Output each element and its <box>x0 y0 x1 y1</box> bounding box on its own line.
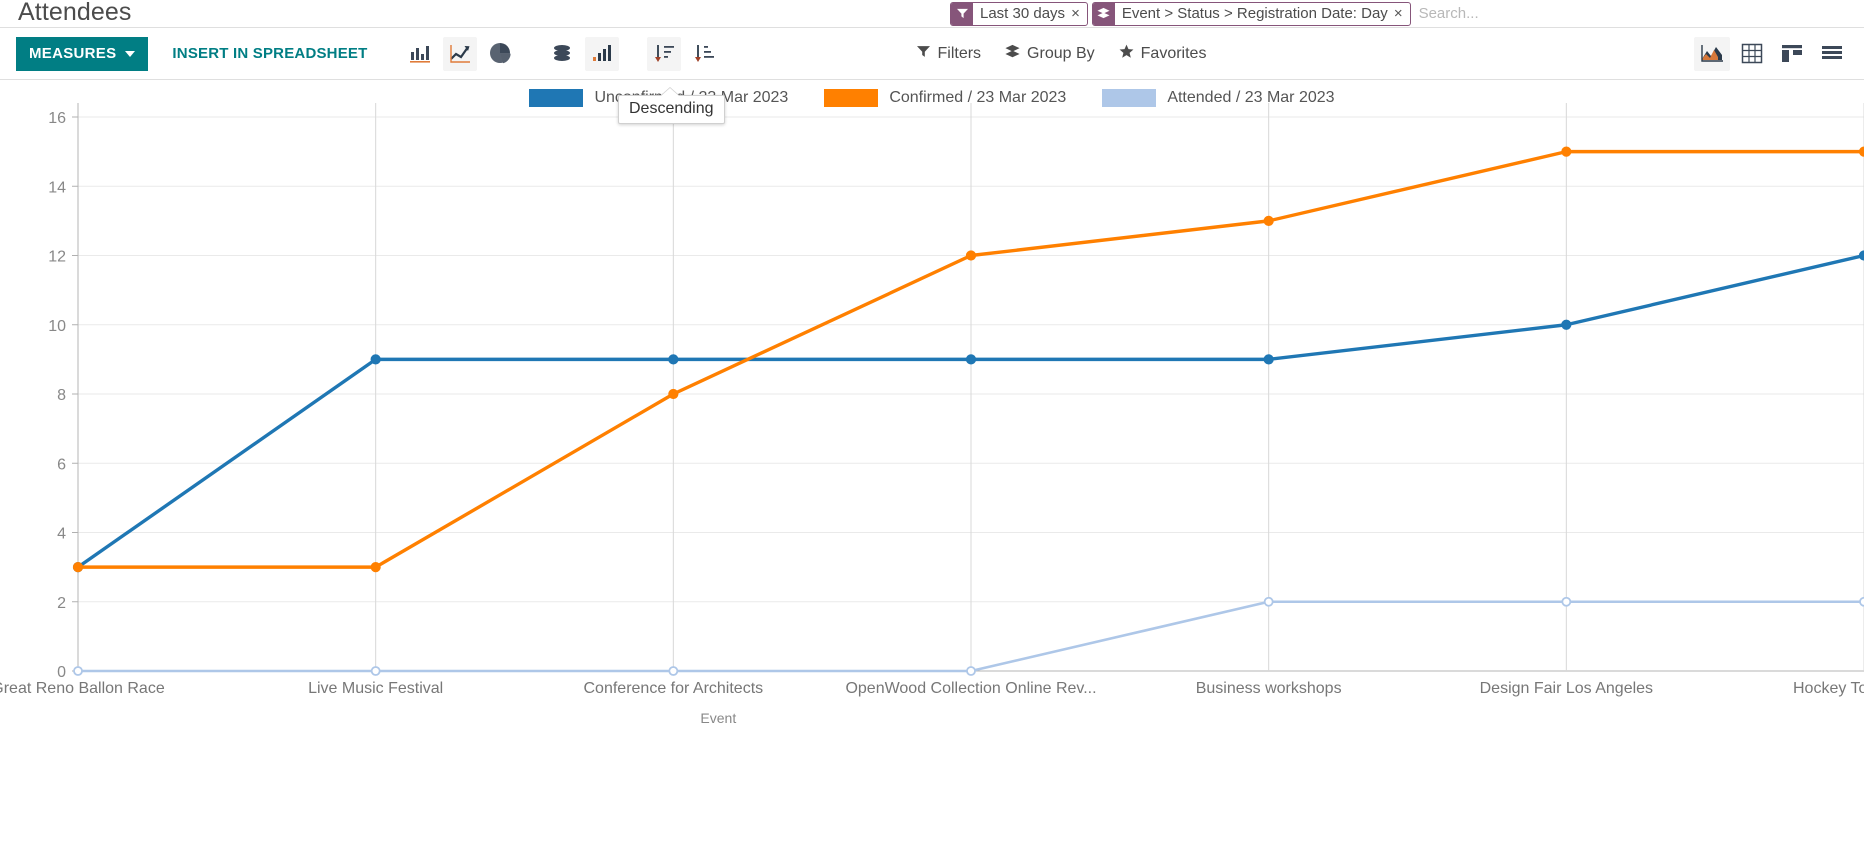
chart-data-point[interactable] <box>370 562 381 573</box>
sort-descending-icon[interactable] <box>647 36 682 71</box>
chart-data-point[interactable] <box>668 666 679 676</box>
y-axis-tick: 4 <box>57 526 66 543</box>
search-facet-date-label: Last 30 days <box>980 5 1066 22</box>
x-axis-tick: Live Music Festival <box>308 680 443 697</box>
filters-button[interactable]: Filters <box>917 45 981 63</box>
chart-data-point[interactable] <box>668 388 679 400</box>
search-facet-groupby[interactable]: Event > Status > Registration Date: Day … <box>1091 1 1411 26</box>
layers-icon <box>1092 2 1115 25</box>
chart-canvas: 0 2 4 6 8 10 12 14 16 Great Reno Ballon Race Live … <box>0 103 1864 726</box>
chart-data-point[interactable] <box>1561 596 1572 607</box>
sort-group <box>641 36 721 71</box>
control-panel: MEASURES INSERT IN SPREADSHEET Filters G… <box>0 28 1864 80</box>
pie-chart-icon[interactable] <box>483 37 517 71</box>
filter-icon <box>951 2 973 25</box>
x-axis-tick: Conference for Architects <box>584 680 764 697</box>
bar-chart-icon[interactable] <box>403 37 437 71</box>
x-axis-tick: Business workshops <box>1196 680 1342 697</box>
chart-data-point[interactable] <box>1263 596 1274 607</box>
chart-mode-group <box>539 36 620 71</box>
measures-button-label: MEASURES <box>29 45 117 62</box>
y-axis-tick: 14 <box>48 179 66 196</box>
chart-data-point[interactable] <box>1263 215 1274 226</box>
list-view-icon[interactable] <box>1814 37 1850 71</box>
graph-view: Unconfirmed / 23 Mar 2023 Confirmed / 23… <box>0 81 1864 861</box>
chart-data-point[interactable] <box>1561 319 1572 330</box>
favorites-button-label: Favorites <box>1140 44 1207 62</box>
star-icon <box>1119 44 1134 64</box>
y-axis-tick: 0 <box>57 664 66 681</box>
control-panel-left: MEASURES INSERT IN SPREADSHEET <box>0 36 721 71</box>
filters-button-label: Filters <box>937 44 982 62</box>
sort-descending-tooltip: Descending <box>618 87 725 124</box>
sort-ascending-icon[interactable] <box>687 37 721 71</box>
close-icon[interactable]: × <box>1071 3 1087 25</box>
favorites-button[interactable]: Favorites <box>1119 44 1207 64</box>
chart-data-point[interactable] <box>73 666 83 676</box>
search-facet-date[interactable]: Last 30 days × <box>950 1 1088 26</box>
cumulative-icon[interactable] <box>585 36 620 71</box>
chart-data-point[interactable] <box>370 666 381 676</box>
x-axis-tick: Hockey Tournament <box>1793 680 1864 697</box>
chart-data-point[interactable] <box>965 250 977 261</box>
y-axis-tick: 8 <box>57 387 66 404</box>
search-dropdown-menus: Filters Group By Favorites <box>917 44 1230 64</box>
chevron-down-icon <box>125 50 136 57</box>
chart-data-point[interactable] <box>72 562 84 573</box>
filter-icon <box>917 45 931 63</box>
search-facet-groupby-label: Event > Status > Registration Date: Day <box>1121 5 1388 22</box>
view-switcher <box>1690 36 1864 71</box>
x-axis-tick: Great Reno Ballon Race <box>0 680 165 697</box>
y-axis-tick: 12 <box>48 249 66 266</box>
chart-data-point[interactable] <box>668 354 679 365</box>
chart-data-point[interactable] <box>966 666 976 676</box>
page-title: Attendees <box>18 0 132 26</box>
chart-data-point[interactable] <box>370 354 381 365</box>
y-axis-tick: 10 <box>48 318 66 335</box>
chart-data-point[interactable] <box>1561 146 1572 157</box>
chart-series <box>72 250 1864 573</box>
pivot-view-icon[interactable] <box>1734 37 1770 71</box>
close-icon[interactable]: × <box>1394 3 1410 25</box>
measures-button[interactable]: MEASURES <box>16 36 149 71</box>
chart-data-point[interactable] <box>965 354 977 365</box>
chart-data-point[interactable] <box>1858 250 1864 261</box>
search-facets-container: Last 30 days × Event > Status > Registra… <box>950 1 1864 27</box>
y-axis-tick: 2 <box>57 595 66 612</box>
group-by-button-label: Group By <box>1027 44 1095 62</box>
chart-type-group <box>397 36 517 71</box>
kanban-view-icon[interactable] <box>1774 37 1810 71</box>
graph-view-icon[interactable] <box>1694 36 1730 71</box>
line-chart-icon[interactable] <box>443 36 478 71</box>
stacked-icon[interactable] <box>545 37 579 71</box>
y-axis-tick: 6 <box>57 456 66 473</box>
chart-data-point[interactable] <box>1263 354 1274 365</box>
chart-data-point[interactable] <box>1859 596 1864 607</box>
x-axis-tick: OpenWood Collection Online Rev... <box>845 680 1096 697</box>
x-axis-label: Event <box>700 710 736 726</box>
insert-in-spreadsheet-button[interactable]: INSERT IN SPREADSHEET <box>172 45 367 62</box>
search-input[interactable] <box>1414 5 1864 22</box>
layers-icon <box>1005 44 1020 64</box>
group-by-button[interactable]: Group By <box>1005 44 1095 64</box>
x-axis-tick: Design Fair Los Angeles <box>1480 680 1653 697</box>
y-axis-tick: 16 <box>48 110 66 127</box>
search-bar: Last 30 days × Event > Status > Registra… <box>0 0 1864 28</box>
chart-data-point[interactable] <box>1858 146 1864 157</box>
chart-series <box>73 596 1864 676</box>
